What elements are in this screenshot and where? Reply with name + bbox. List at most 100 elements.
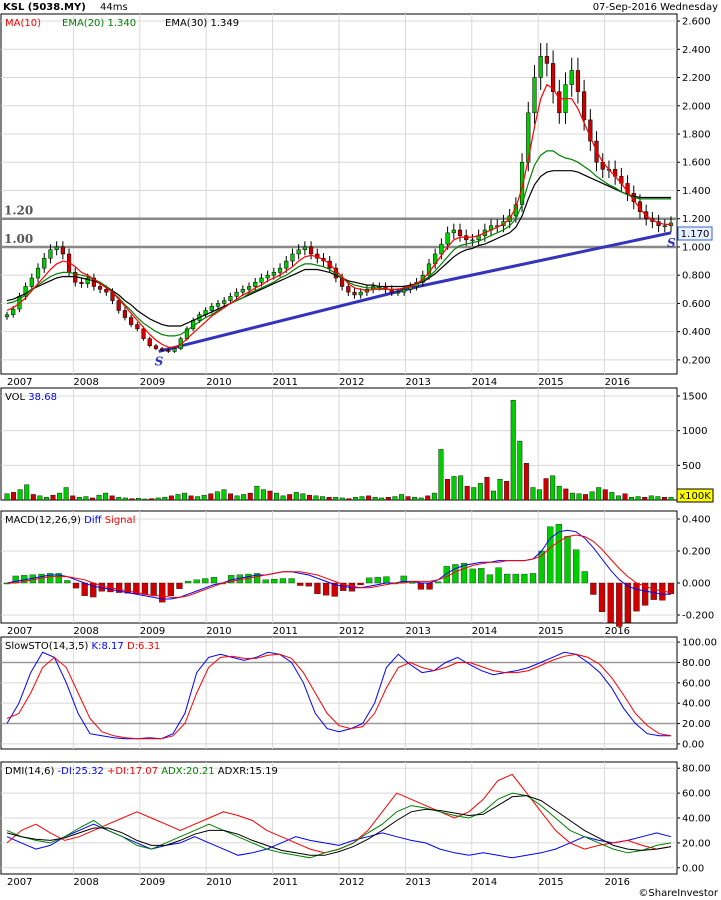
year-tick-label: 2010: [206, 626, 231, 637]
price-tick-label: 1.000: [682, 242, 711, 253]
dmi-tick-label: 20.00: [682, 838, 711, 849]
year-tick-label: 2014: [472, 877, 497, 888]
volume-bar: [372, 497, 378, 501]
candle-down: [60, 246, 65, 255]
year-tick-label: 2012: [339, 377, 364, 388]
volume-bar: [550, 475, 556, 501]
candle-down: [544, 56, 549, 64]
volume-bar: [300, 493, 306, 501]
candle-up: [4, 314, 10, 318]
candle-up: [271, 272, 276, 276]
volume-bar: [274, 492, 280, 501]
macd-tick-label: -0.200: [682, 611, 714, 622]
year-tick-label: 2011: [273, 877, 298, 888]
candle-down: [116, 300, 121, 311]
volume-bar: [228, 493, 234, 501]
dmi-tick-label: 40.00: [682, 814, 711, 825]
candle-down: [308, 246, 314, 255]
candle-up: [395, 291, 401, 294]
macd-hist-bar: [633, 582, 640, 612]
volume-bar: [37, 495, 43, 501]
macd-hist-bar: [650, 582, 657, 600]
candle-down: [352, 291, 357, 296]
price-tick-label: 1.200: [682, 214, 711, 225]
volume-bar: [182, 492, 187, 501]
volume-bar: [392, 496, 398, 501]
volume-bar: [477, 483, 483, 501]
year-tick-label: 2008: [73, 877, 98, 888]
candle-down: [457, 229, 463, 236]
volume-bar: [405, 496, 411, 501]
year-tick-label: 2008: [73, 626, 98, 637]
volume-bar: [648, 495, 654, 501]
dmi-legend: DMI(14,6) -DI:25.32 +DI:17.07 ADX:20.21 …: [5, 766, 278, 777]
macd-tick-label: 0.200: [682, 547, 711, 558]
volume-bar: [313, 495, 319, 501]
timing-label: 44ms: [100, 2, 128, 13]
candle-up: [228, 296, 233, 301]
sto-tick-label: 100.00: [682, 638, 717, 649]
candle-down: [79, 281, 84, 284]
volume-bar: [444, 479, 450, 501]
volume-bar: [352, 497, 358, 501]
volume-bar: [379, 497, 385, 501]
price-tick-label: 0.800: [682, 271, 711, 282]
candle-down: [97, 286, 103, 290]
price-tick-label: 1.800: [682, 130, 711, 141]
price-tick-label: 2.200: [682, 73, 711, 84]
macd-hist-bar: [521, 573, 528, 584]
volume-bar: [366, 495, 372, 501]
volume-bar: [188, 495, 194, 501]
sto-legend: SlowSTO(14,3,5) K:8.17 D:6.31: [5, 641, 160, 652]
candle-up: [246, 286, 252, 290]
candle-up: [358, 291, 363, 296]
volume-bar: [326, 497, 332, 501]
last-price-label: 1.170: [681, 229, 710, 240]
volume-tick-label: 500: [682, 461, 701, 472]
volume-bar: [4, 493, 10, 501]
volume-bar: [280, 495, 286, 501]
candle-up: [48, 249, 53, 259]
volume-bar: [103, 492, 109, 501]
candle-up: [42, 257, 47, 269]
volume-bar: [537, 489, 542, 501]
candle-up: [54, 246, 59, 251]
candle-up: [259, 277, 264, 283]
volume-bar: [543, 478, 549, 501]
macd-hist-bar: [478, 568, 485, 584]
ticker-label: KSL (5038.MY): [3, 2, 86, 13]
volume-bar: [556, 485, 562, 501]
macd-hist-bar: [607, 582, 614, 623]
volume-bar: [510, 399, 516, 501]
macd-hist-bar: [417, 582, 425, 590]
price-level-label: 1.20: [4, 204, 33, 218]
year-tick-label: 2008: [73, 377, 98, 388]
candle-up: [439, 243, 444, 255]
price-tick-label: 0.200: [682, 355, 711, 366]
year-tick-label: 2016: [605, 877, 630, 888]
volume-bar: [155, 497, 161, 501]
candle-up: [445, 232, 450, 245]
volume-bar: [451, 476, 457, 501]
candle-down: [153, 345, 159, 349]
volume-unit-box: x100K: [676, 488, 714, 503]
volume-bar: [17, 489, 23, 501]
dmi-tick-label: 80.00: [682, 764, 711, 775]
macd-hist-bar: [547, 526, 554, 584]
volume-bar: [50, 494, 56, 501]
brand-footer: ©ShareInvestor: [638, 888, 718, 899]
price-tick-label: 0.600: [682, 299, 711, 310]
macd-hist-bar: [590, 582, 597, 595]
volume-bar: [398, 494, 404, 501]
volume-bar: [63, 487, 69, 501]
volume-bar: [76, 497, 82, 501]
volume-bar: [11, 492, 17, 501]
price-tick-label: 2.000: [682, 101, 711, 112]
volume-bar: [609, 492, 615, 501]
candle-down: [129, 317, 134, 325]
volume-bar: [149, 498, 155, 501]
candle-up: [11, 308, 16, 315]
macd-hist-bar: [495, 567, 502, 584]
macd-hist-bar: [616, 582, 623, 627]
sto-tick-label: 80.00: [682, 658, 711, 669]
